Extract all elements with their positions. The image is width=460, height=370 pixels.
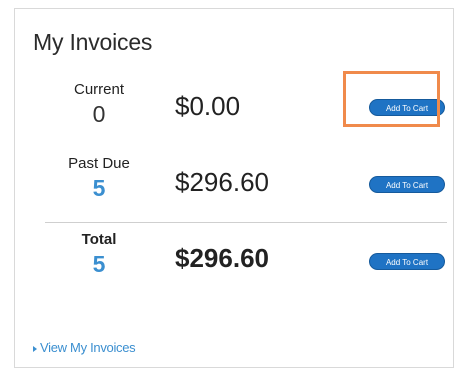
amount-total: $296.60 (175, 243, 269, 273)
count-block-past-due: Past Due 5 (53, 155, 145, 203)
count-value: 5 (92, 175, 106, 201)
count-label: Total (81, 231, 117, 248)
add-to-cart-button-total[interactable]: Add To Cart (369, 253, 445, 270)
add-to-cart-button-past-due[interactable]: Add To Cart (369, 176, 445, 193)
amount-past-due: $296.60 (175, 167, 269, 197)
invoice-row-total: Total 5 $296.60 Add To Cart (15, 231, 453, 301)
count-block-current: Current 0 (53, 81, 145, 129)
row-divider (45, 222, 447, 223)
view-my-invoices-label: View My Invoices (40, 340, 136, 355)
highlight-box (343, 71, 440, 127)
invoices-card: My Invoices Current 0 $0.00 Add To Cart … (14, 8, 454, 368)
count-value: 5 (92, 251, 106, 277)
view-my-invoices-link[interactable]: View My Invoices (33, 340, 136, 355)
caret-right-icon (33, 345, 37, 352)
amount-current: $0.00 (175, 91, 241, 121)
count-value: 0 (92, 101, 106, 127)
invoice-row-past-due: Past Due 5 $296.60 Add To Cart (15, 155, 453, 225)
count-label: Current (73, 81, 125, 98)
count-block-total: Total 5 (53, 231, 145, 279)
count-label: Past Due (68, 155, 130, 172)
card-title: My Invoices (33, 29, 153, 55)
